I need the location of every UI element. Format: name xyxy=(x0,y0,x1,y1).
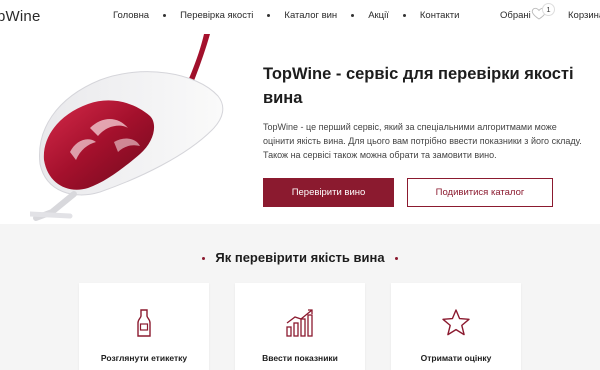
cart-link[interactable]: Корзина xyxy=(568,10,600,21)
nav-item-quality-check[interactable]: Перевірка якості xyxy=(180,10,253,21)
step-label: Розглянути етикетку xyxy=(100,353,188,363)
step-card-label[interactable]: Розглянути етикетку xyxy=(79,283,209,370)
section-title-wrapper: Як перевірити якість вина xyxy=(0,250,600,265)
nav-item-home[interactable]: Головна xyxy=(113,10,149,21)
step-label: Ввести показники xyxy=(262,353,338,363)
check-wine-button[interactable]: Перевірити вино xyxy=(263,178,394,207)
header: pWine Головна Перевірка якості Каталог в… xyxy=(0,0,600,32)
main-nav: Головна Перевірка якості Каталог вин Акц… xyxy=(113,10,459,21)
nav-separator xyxy=(351,14,355,17)
view-catalog-button[interactable]: Подивитися каталог xyxy=(407,178,553,207)
title-dot xyxy=(394,257,398,261)
hero-description: TopWine - це перший сервіс, який за спец… xyxy=(263,122,582,160)
nav-separator xyxy=(163,14,167,17)
logo[interactable]: pWine xyxy=(0,8,41,25)
nav-separator xyxy=(267,14,271,17)
bottle-icon xyxy=(137,309,151,337)
star-icon xyxy=(442,309,470,336)
nav-item-promotions[interactable]: Акції xyxy=(368,10,389,21)
how-to-section: Як перевірити якість вина Розглянути ети… xyxy=(0,224,600,370)
step-label: Отримати оцінку xyxy=(420,353,492,363)
favorites-link[interactable]: Обрані xyxy=(500,10,531,21)
favorites-count-badge: 1 xyxy=(542,3,555,16)
nav-item-contacts[interactable]: Контакти xyxy=(420,10,460,21)
wine-glass-illustration xyxy=(30,34,224,221)
bar-chart-icon xyxy=(286,309,313,337)
hero-title: TopWine - сервіс для перевірки якості ви… xyxy=(263,65,574,107)
step-card-rating[interactable]: Отримати оцінку xyxy=(391,283,521,370)
title-dot xyxy=(202,257,206,261)
nav-separator xyxy=(402,14,406,17)
section-title: Як перевірити якість вина xyxy=(215,250,385,265)
step-card-indicators[interactable]: Ввести показники xyxy=(235,283,365,370)
nav-item-catalog[interactable]: Каталог вин xyxy=(284,10,337,21)
